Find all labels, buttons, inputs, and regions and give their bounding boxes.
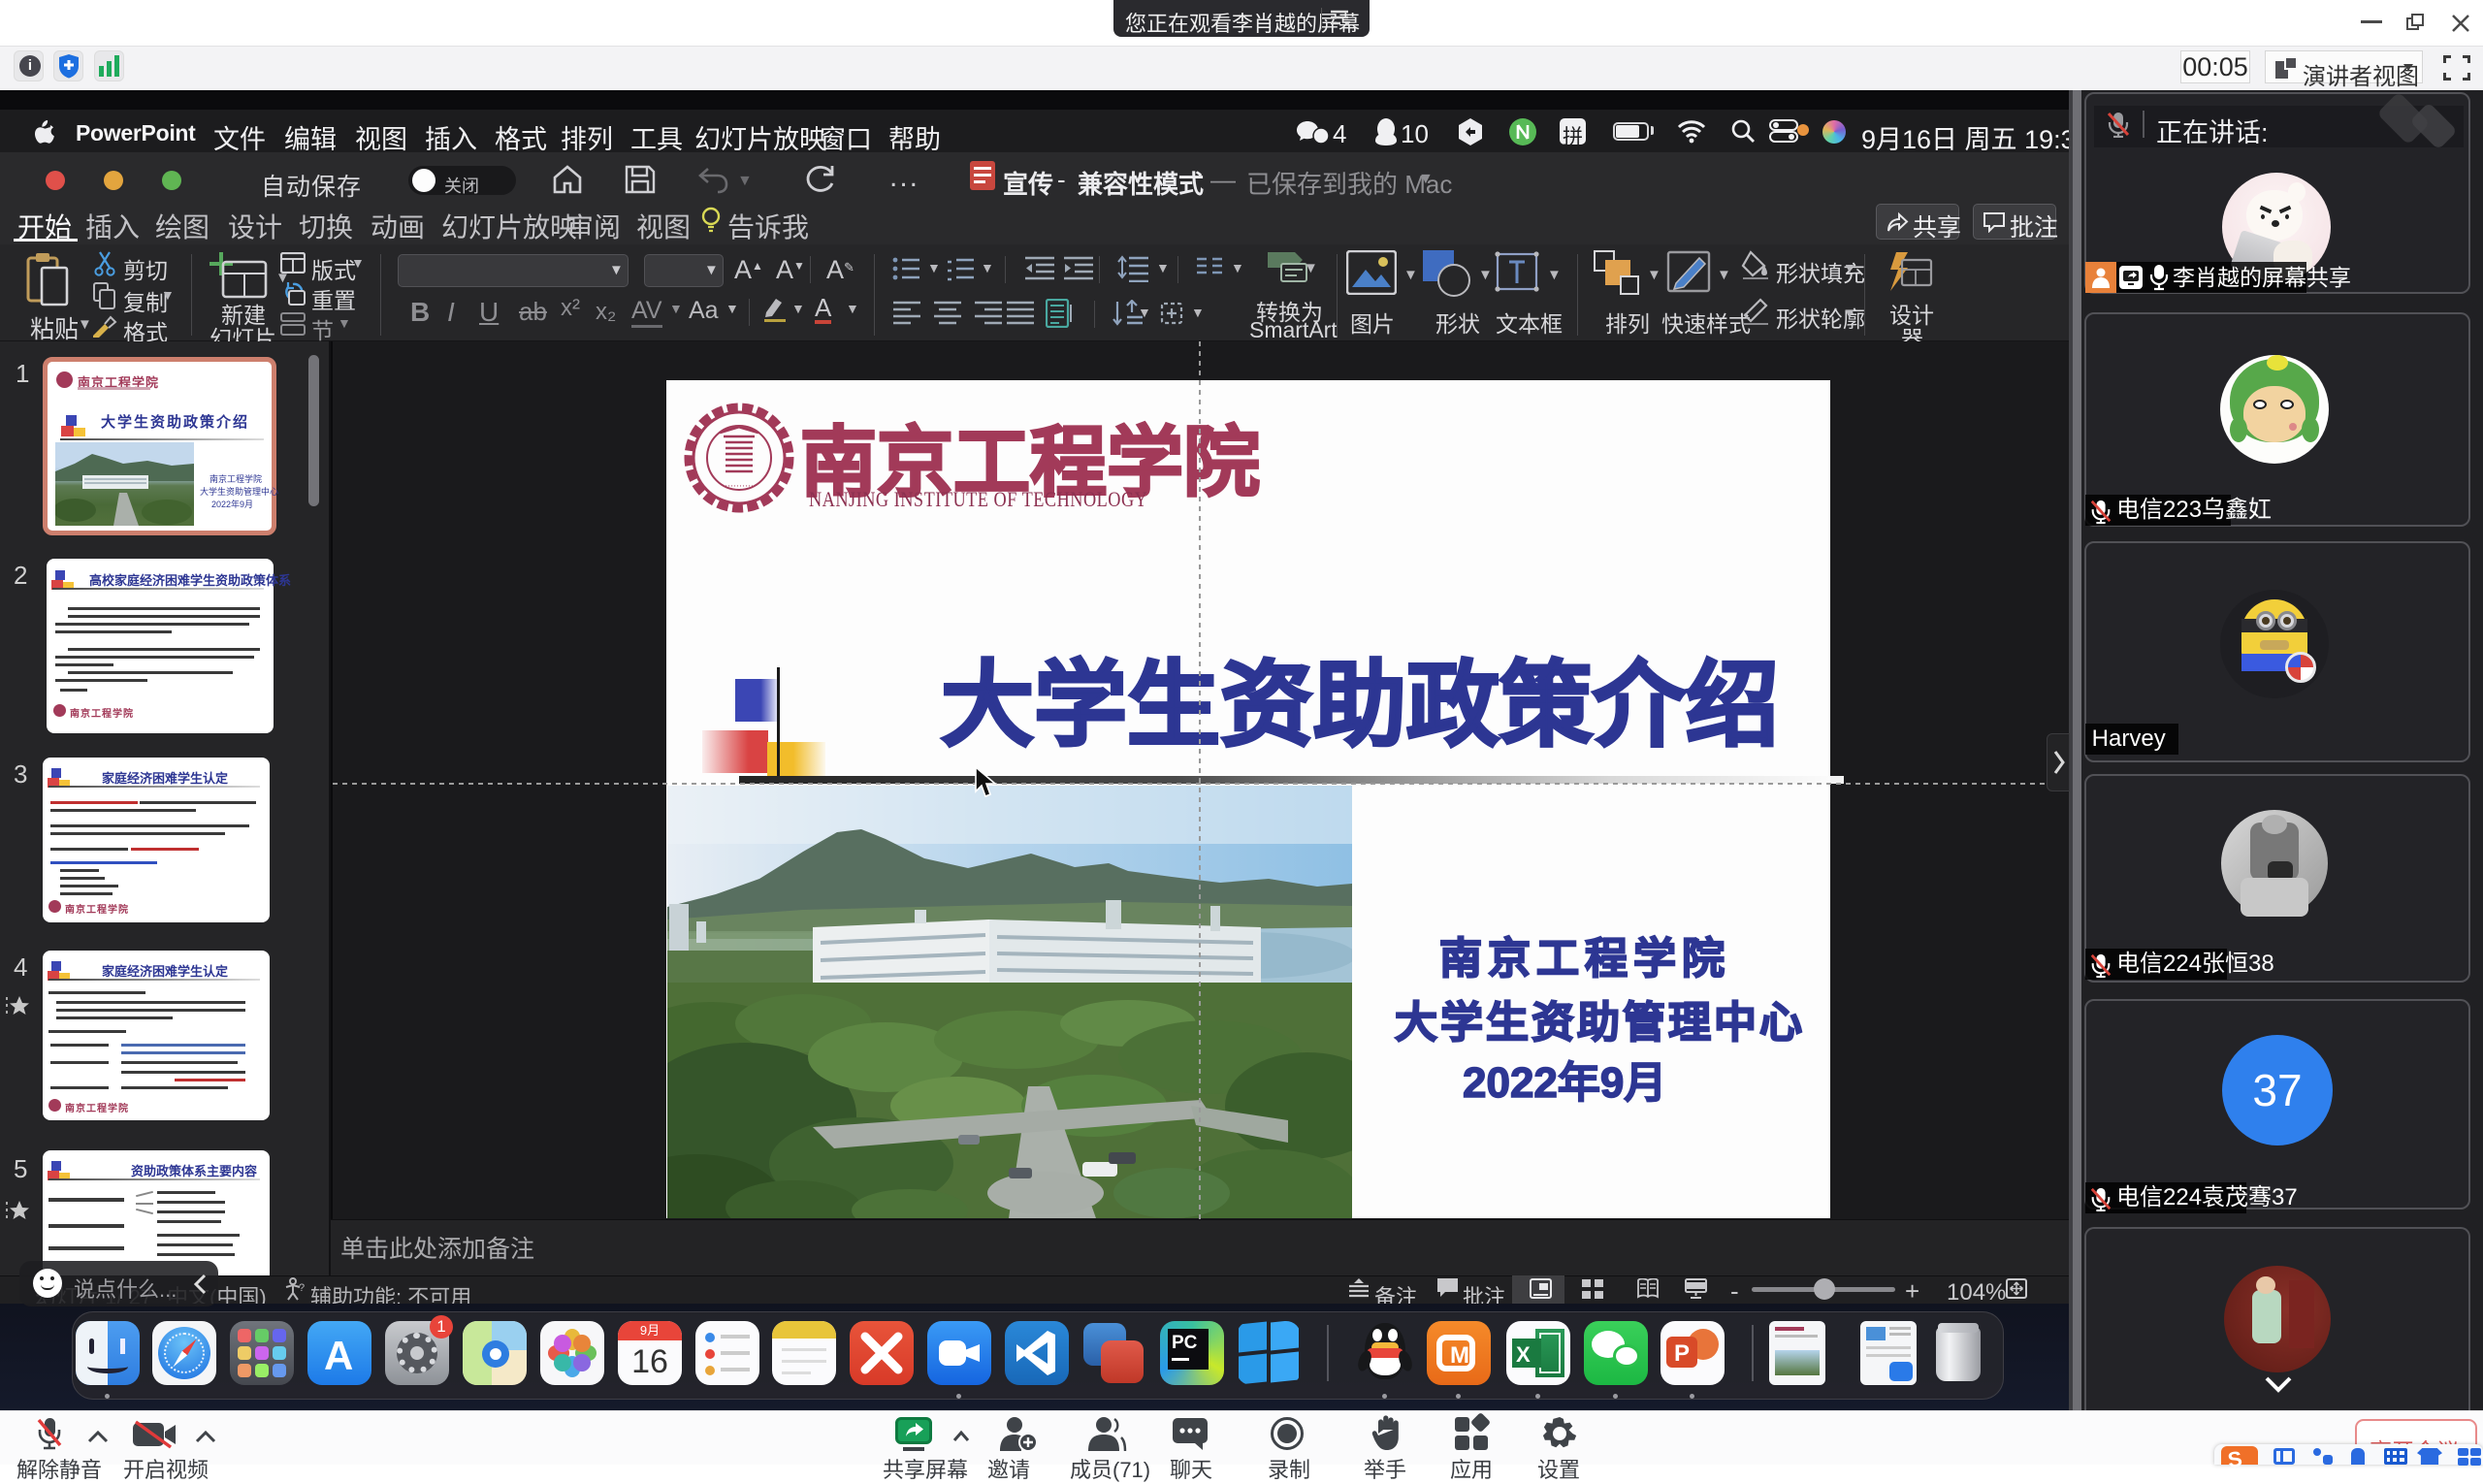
svg-text:············: ············ xyxy=(722,481,757,491)
svg-text:?: ? xyxy=(299,1282,305,1294)
